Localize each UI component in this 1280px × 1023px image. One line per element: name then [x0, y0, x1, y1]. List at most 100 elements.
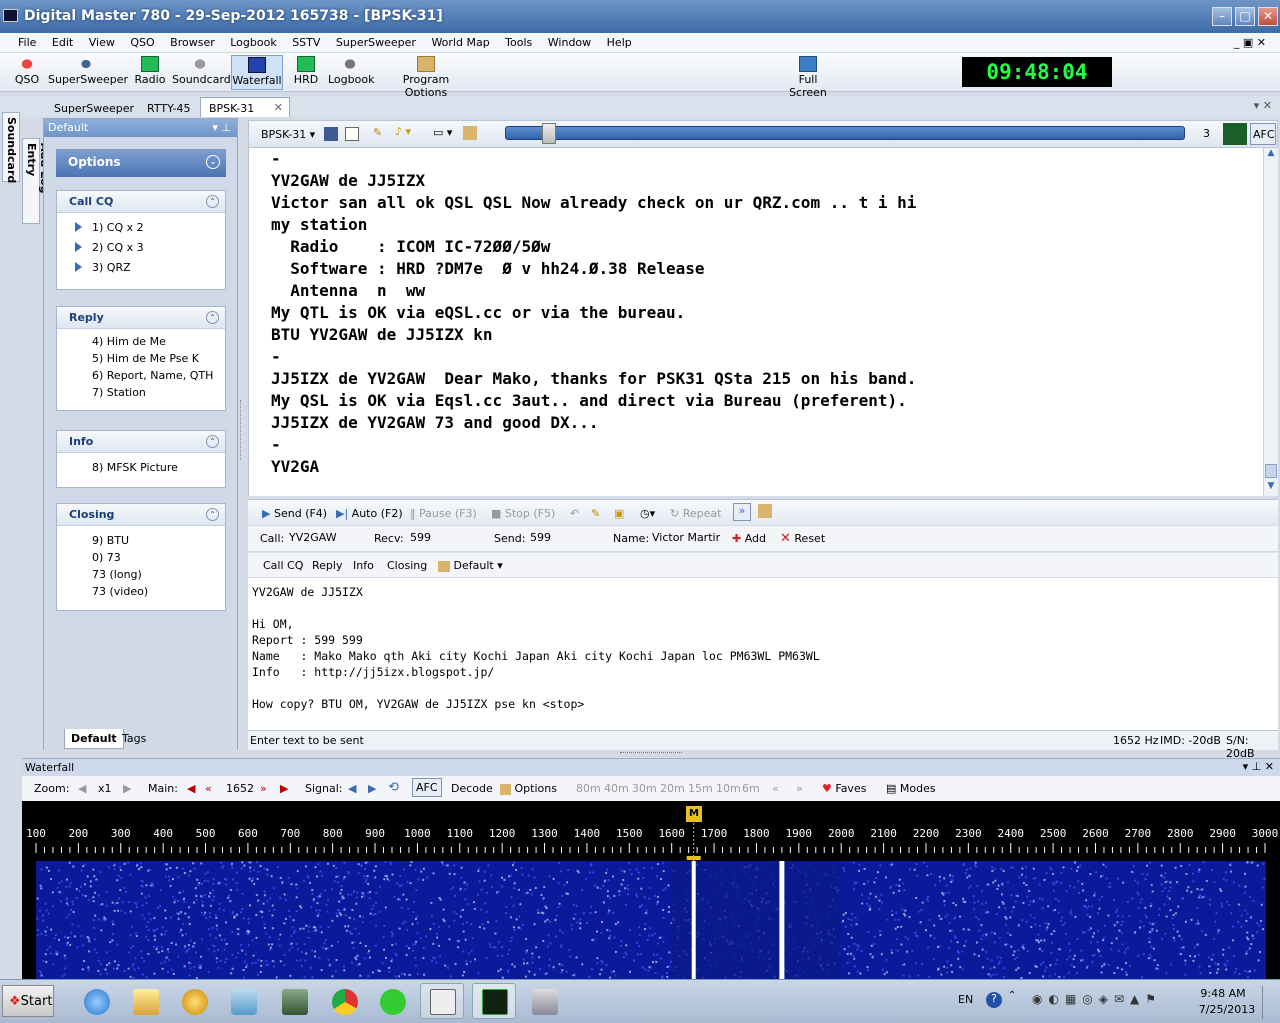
- macro-item[interactable]: 1) CQ x 2: [57, 219, 225, 236]
- pin-icon[interactable]: ▾ ⊥: [212, 121, 231, 134]
- macro-tab-reply[interactable]: Reply: [312, 559, 342, 572]
- collapse-icon[interactable]: ⌃: [206, 311, 219, 324]
- signal-next-icon[interactable]: ▶: [368, 782, 376, 795]
- macro-item[interactable]: 8) MFSK Picture: [57, 459, 225, 476]
- waterfall-options-button[interactable]: Options: [500, 782, 557, 795]
- taskbar-digital-master[interactable]: [472, 983, 516, 1019]
- collapse-icon[interactable]: ⌃: [206, 195, 219, 208]
- band-30m[interactable]: 30m: [632, 782, 657, 795]
- macro-item[interactable]: 4) Him de Me: [57, 333, 225, 350]
- taskbar-ie[interactable]: [74, 983, 118, 1019]
- close-button[interactable]: ✕: [1258, 7, 1278, 26]
- minimize-button[interactable]: –: [1212, 7, 1232, 26]
- taskbar-chrome[interactable]: [322, 983, 366, 1019]
- language-indicator[interactable]: EN: [958, 993, 973, 1006]
- macro-item[interactable]: 6) Report, Name, QTH: [57, 367, 225, 384]
- lock-icon[interactable]: ▣: [614, 507, 624, 520]
- tx-settings-icon[interactable]: [758, 504, 772, 518]
- splitter-handle[interactable]: [240, 400, 243, 460]
- taskbar-app-5[interactable]: [272, 983, 316, 1019]
- hrd-button[interactable]: HRD: [291, 55, 321, 90]
- macro-tab-info[interactable]: Info: [353, 559, 374, 572]
- clear-icon[interactable]: ✎: [591, 507, 600, 520]
- eraser-icon[interactable]: ✎: [373, 126, 382, 139]
- main-jump-right-icon[interactable]: »: [260, 782, 267, 795]
- decode-button[interactable]: Decode: [451, 782, 493, 795]
- mode-select[interactable]: BPSK-31 ▾: [261, 128, 315, 141]
- tab-menu-icon[interactable]: ▾ ✕: [1254, 99, 1272, 112]
- call-field[interactable]: YV2GAW: [285, 530, 369, 547]
- side-tab-soundcard[interactable]: Soundcard: [2, 112, 20, 183]
- band-6m[interactable]: 6m: [742, 782, 760, 795]
- waterfall-button[interactable]: Waterfall: [231, 55, 283, 90]
- macro-set-select[interactable]: Default ▾: [438, 559, 503, 572]
- macro-item[interactable]: 73 (video): [57, 583, 225, 600]
- menu-qso[interactable]: QSO: [124, 33, 160, 49]
- splitter-handle[interactable]: [620, 752, 682, 755]
- waterfall-display[interactable]: [22, 861, 1280, 979]
- squelch-slider[interactable]: [505, 126, 1185, 140]
- main-jump-left-icon[interactable]: «: [205, 782, 212, 795]
- scroll-down-icon[interactable]: ▼: [1264, 481, 1278, 496]
- radio-button[interactable]: Radio: [132, 55, 168, 90]
- menu-logbook[interactable]: Logbook: [224, 33, 282, 49]
- squelch-slider-thumb[interactable]: [542, 123, 556, 144]
- receive-scrollbar[interactable]: ▲ ▼: [1263, 148, 1278, 496]
- auto-button[interactable]: ▶| Auto (F2): [336, 507, 403, 520]
- help-icon[interactable]: ?: [986, 992, 1002, 1008]
- band-15m[interactable]: 15m: [688, 782, 713, 795]
- menu-sstv[interactable]: SSTV: [286, 33, 326, 49]
- macro-tab-call-cq[interactable]: Call CQ: [263, 559, 303, 572]
- band-20m[interactable]: 20m: [660, 782, 685, 795]
- preview-icon[interactable]: [345, 127, 359, 141]
- tab-rtty-45[interactable]: RTTY-45: [138, 97, 199, 117]
- program-options-button[interactable]: Program Options: [383, 55, 469, 99]
- soundcard-button[interactable]: Soundcard: [172, 55, 231, 90]
- band-80m[interactable]: 80m: [576, 782, 601, 795]
- timer-icon[interactable]: ◷▾: [640, 507, 655, 520]
- expand-macros-icon[interactable]: »: [733, 503, 751, 521]
- section-info-header[interactable]: Info: [57, 431, 225, 453]
- tab-default[interactable]: Default: [64, 729, 124, 749]
- macro-item[interactable]: 0) 73: [57, 549, 225, 566]
- menu-supersweeper[interactable]: SuperSweeper: [330, 33, 422, 49]
- scroll-up-icon[interactable]: ▲: [1264, 148, 1278, 163]
- show-desktop-button[interactable]: [1262, 986, 1278, 1019]
- tab-tags[interactable]: Tags: [116, 729, 152, 749]
- taskbar-line[interactable]: [370, 983, 414, 1019]
- supersweeper-button[interactable]: SuperSweeper: [48, 55, 128, 90]
- recv-field[interactable]: 599: [406, 530, 486, 547]
- section-call-cq-header[interactable]: Call CQ: [57, 191, 225, 213]
- waterfall-afc-toggle[interactable]: AFC: [412, 778, 442, 797]
- macro-item[interactable]: 9) BTU: [57, 532, 225, 549]
- zoom-out-icon[interactable]: ◀: [78, 782, 86, 795]
- name-field[interactable]: Victor Martin I: [648, 530, 720, 547]
- menu-help[interactable]: Help: [601, 33, 638, 49]
- side-tab-add-log-entry[interactable]: Add Log Entry: [22, 138, 51, 224]
- tab-supersweeper[interactable]: SuperSweeper: [45, 97, 143, 117]
- macro-item[interactable]: 73 (long): [57, 566, 225, 583]
- menu-window[interactable]: Window: [542, 33, 597, 49]
- menu-browser[interactable]: Browser: [164, 33, 221, 49]
- menu-world-map[interactable]: World Map: [425, 33, 495, 49]
- macro-item[interactable]: 2) CQ x 3: [57, 239, 225, 256]
- afc-toggle[interactable]: AFC: [1250, 123, 1276, 145]
- maximize-button[interactable]: □: [1235, 7, 1255, 26]
- start-button[interactable]: ❖Start: [2, 985, 54, 1017]
- tab-bpsk-31[interactable]: BPSK-31 ✕: [200, 97, 290, 117]
- reset-button[interactable]: ✕ Reset: [780, 531, 825, 546]
- taskbar-app-10[interactable]: [522, 983, 566, 1019]
- layout-icon[interactable]: ▭ ▾: [433, 126, 452, 139]
- macro-item[interactable]: 7) Station: [57, 384, 225, 401]
- macro-item[interactable]: 5) Him de Me Pse K: [57, 350, 225, 367]
- faves-button[interactable]: ♥ Faves: [822, 782, 866, 795]
- add-button[interactable]: ✚ Add: [732, 532, 766, 545]
- frequency-scale[interactable]: 100 200 300 400 500 600 700 800 900 1000 1100 1200 1…: [22, 801, 1280, 861]
- transmit-text-area[interactable]: YV2GAW de JJ5IZX Hi OM, Report : 599 599…: [248, 578, 1278, 730]
- waterfall-pin-icon[interactable]: ▾ ⊥ ✕: [1243, 760, 1274, 773]
- qso-button[interactable]: QSO: [12, 55, 42, 90]
- band-10m[interactable]: 10m: [716, 782, 741, 795]
- band-prev-icon[interactable]: «: [772, 782, 779, 795]
- tray-expand-icon[interactable]: ⌃: [1008, 990, 1016, 1001]
- send-report-field[interactable]: 599: [526, 530, 606, 547]
